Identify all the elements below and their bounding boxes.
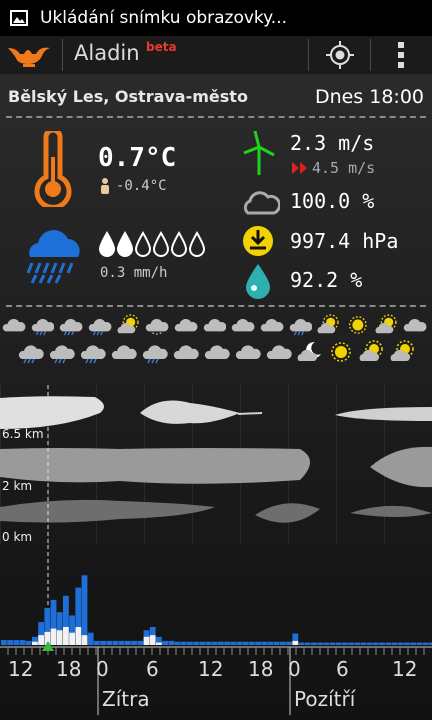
action-bar-divider: [370, 39, 371, 71]
cloud-icon: [243, 191, 280, 215]
cloud-rain-icon: [88, 318, 112, 336]
forecast-icons-row: [18, 340, 432, 364]
hour-tick-label: 0: [288, 657, 301, 681]
forecast-icons-row: [2, 313, 432, 337]
wind-turbine-icon: [243, 131, 275, 175]
divider: [6, 116, 426, 118]
hour-tick-label: 6: [336, 657, 349, 681]
genie-lamp-icon[interactable]: [6, 40, 58, 70]
forecast-time: Dnes 18:00: [314, 86, 424, 108]
sun-icon: [331, 342, 351, 362]
app-title: Aladin: [74, 41, 140, 65]
cloud-icon: [235, 345, 261, 359]
rain-cloud-icon: [26, 230, 80, 284]
timeline-axis: 12 18 0 6 12 18 0 6 12 Zítra Pozítří: [0, 635, 432, 720]
overflow-menu-icon[interactable]: [396, 41, 406, 69]
cloud-rain-icon: [80, 345, 106, 364]
hour-tick-label: 18: [56, 657, 82, 681]
sun-cloud-icon: [317, 314, 340, 334]
cloud-icon: [204, 345, 230, 359]
cloud-icon: [173, 345, 199, 359]
location-name: Bělský Les, Ostrava-město: [8, 87, 248, 106]
cloud-icon: [266, 345, 292, 359]
hour-tick-label: 12: [392, 657, 418, 681]
sun-cloud-icon: [375, 314, 397, 334]
action-bar: Aladin beta: [0, 36, 432, 75]
sun-cloud-icon: [117, 314, 139, 334]
status-notification: Ukládání snímku obrazovky...: [40, 8, 288, 28]
status-bar: Ukládání snímku obrazovky...: [0, 0, 432, 36]
pressure-gauge-icon: [243, 226, 273, 256]
humidity-drop-icon: [246, 264, 270, 299]
image-icon: [10, 10, 28, 26]
cloud-icon: [111, 345, 137, 359]
sun-cloud-icon: [359, 340, 383, 361]
sun-cloud-icon: [390, 340, 414, 361]
wind-gust-value: 4.5 m/s: [312, 159, 376, 177]
person-icon: [101, 178, 109, 194]
cloud-layer-mid: [0, 448, 310, 484]
action-bar-divider: [308, 39, 309, 71]
wind-speed-value: 2.3 m/s: [290, 131, 375, 155]
sun-icon: [349, 316, 367, 334]
cloud-rain-icon: [49, 345, 75, 364]
day-label-tomorrow: Zítra: [102, 687, 150, 711]
day-label-after-tomorrow: Pozítří: [294, 687, 356, 711]
thermometer-icon: [34, 131, 72, 207]
cloud-icon: [174, 318, 198, 332]
cloudiness-value: 100.0 %: [290, 189, 375, 213]
beta-badge: beta: [146, 40, 177, 54]
cloud-icon: [260, 318, 284, 332]
hour-tick-label: 0: [96, 657, 109, 681]
feels-like-value: -0.4°C: [116, 178, 167, 194]
gust-arrows-icon: [292, 162, 307, 174]
cloud-icon: [404, 318, 427, 332]
moon-cloud-icon: [297, 341, 321, 361]
precip-rate-value: 0.3 mm/h: [100, 265, 168, 281]
my-location-icon[interactable]: [326, 41, 354, 69]
pressure-value: 997.4 hPa: [290, 229, 399, 253]
cloud-layers-chart: [0, 385, 432, 545]
cloud-icon: [232, 318, 255, 332]
height-label-2km: 2 km: [2, 479, 33, 493]
cloud-icon: [203, 318, 227, 332]
height-label-6-5km: 6.5 km: [2, 427, 44, 441]
humidity-value: 92.2 %: [290, 268, 363, 292]
weather-content: Bělský Les, Ostrava-město Dnes 18:00 0.7…: [0, 75, 432, 720]
hour-tick-label: 6: [146, 657, 159, 681]
hour-tick-label: 12: [198, 657, 224, 681]
divider: [6, 305, 426, 307]
cloud-rain-icon: [289, 318, 313, 336]
precip-histogram: [1, 545, 432, 647]
hour-tick-label: 12: [8, 657, 34, 681]
cloud-rain-icon: [31, 318, 55, 336]
temperature-value: 0.7°C: [98, 143, 177, 173]
height-label-0km: 0 km: [2, 530, 33, 544]
cloud-drizzle-icon: [146, 318, 169, 336]
cloud-rain-icon: [60, 318, 83, 336]
hour-tick-label: 18: [248, 657, 274, 681]
cloud-rain-icon: [18, 345, 44, 364]
precip-drops-icon: [98, 231, 206, 257]
action-bar-divider: [62, 39, 63, 71]
cloud-rain-icon: [142, 345, 168, 364]
cloud-icon: [2, 318, 26, 332]
